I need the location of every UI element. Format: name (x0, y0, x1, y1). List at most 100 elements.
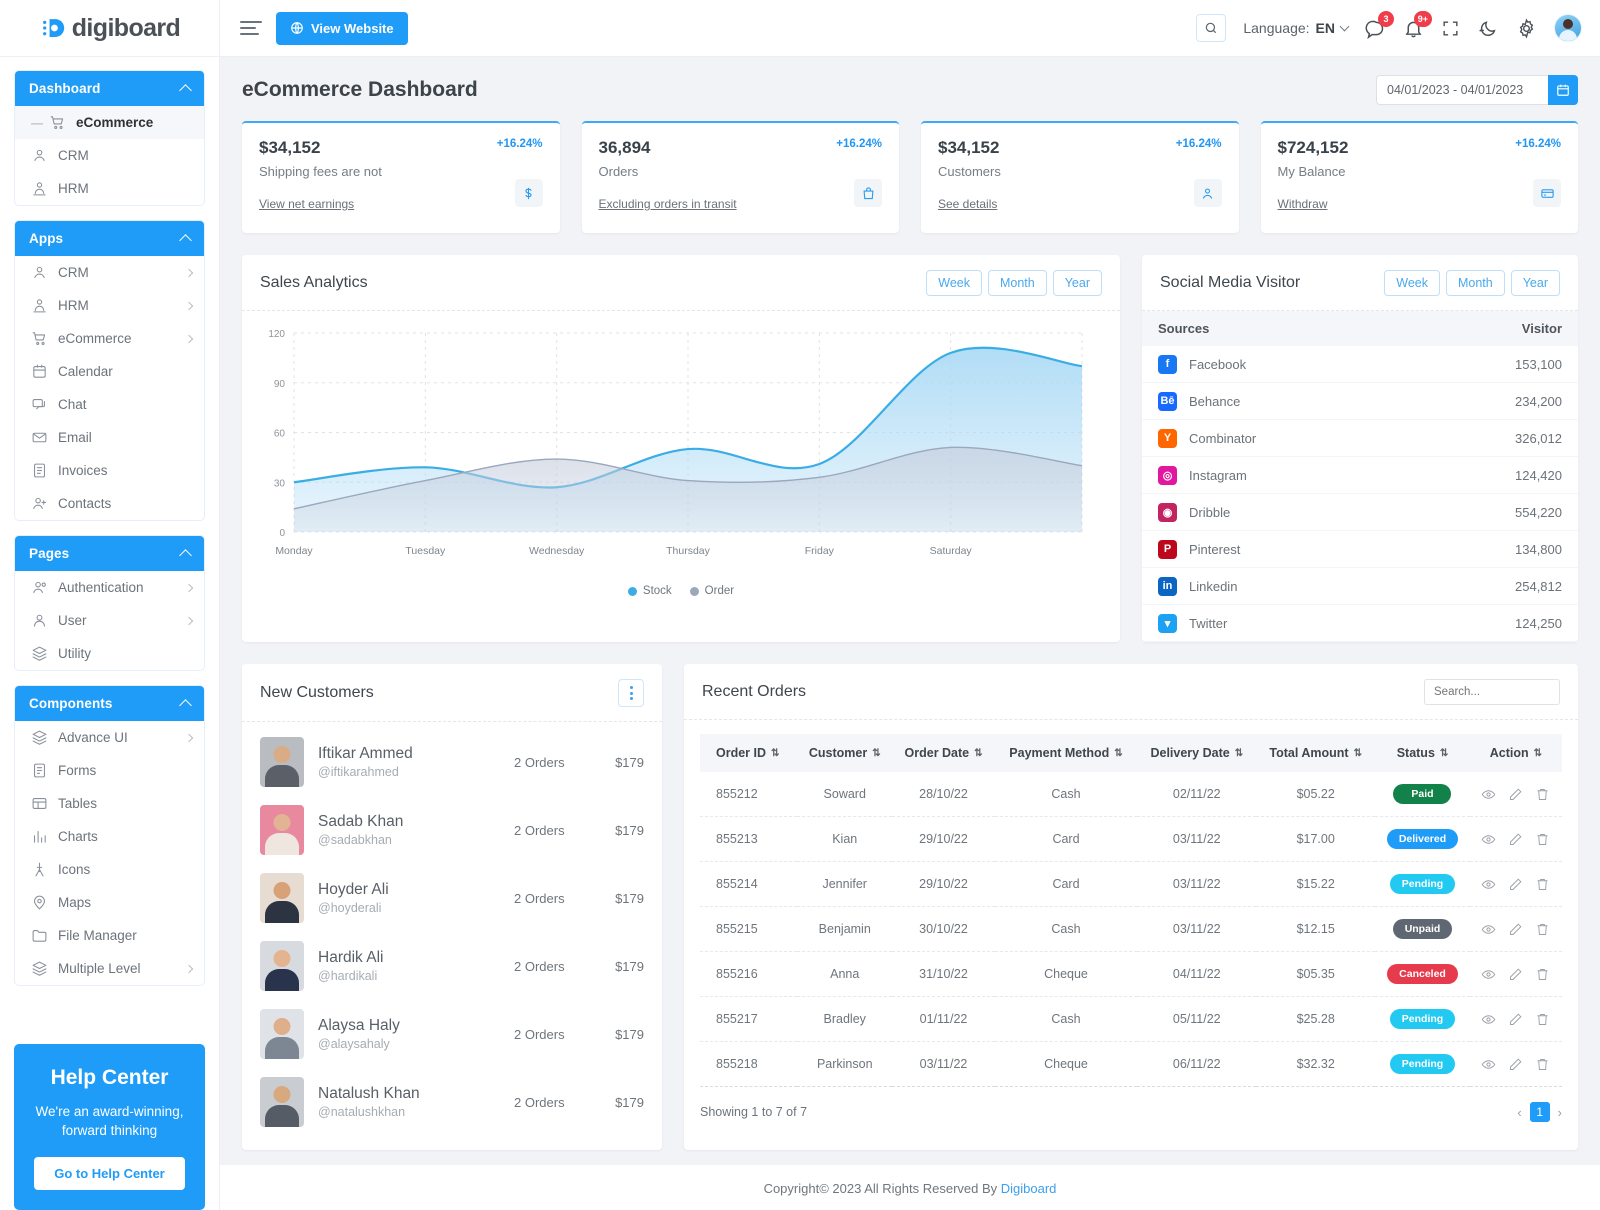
table-row[interactable]: 855212 Soward 28/10/22 Cash 02/11/22 $05… (700, 772, 1562, 817)
customer-list-item[interactable]: Natalush Khan @natalushkhan 2 Orders $17… (260, 1068, 644, 1136)
orders-col-payment-method[interactable]: Payment Method⇅ (995, 734, 1138, 772)
sidebar-group-header-pages[interactable]: Pages (15, 536, 204, 571)
trash-icon[interactable] (1535, 922, 1550, 937)
orders-col-order-date[interactable]: Order Date⇅ (892, 734, 994, 772)
fullscreen-icon[interactable] (1441, 19, 1460, 38)
table-row[interactable]: 855214 Jennifer 29/10/22 Card 03/11/22 $… (700, 862, 1562, 907)
sidebar-item-multiple-level[interactable]: Multiple Level (15, 952, 204, 985)
tab-year[interactable]: Year (1053, 270, 1102, 296)
stat-link[interactable]: See details (938, 197, 997, 211)
social-table-row[interactable]: ▾ Twitter 124,250 (1142, 605, 1578, 642)
eye-icon[interactable] (1481, 787, 1496, 802)
sidebar-group-header-dashboard[interactable]: Dashboard (15, 71, 204, 106)
sidebar-item-utility[interactable]: Utility (15, 637, 204, 670)
sidebar-item-crm[interactable]: CRM (15, 256, 204, 289)
table-row[interactable]: 855215 Benjamin 30/10/22 Cash 03/11/22 $… (700, 907, 1562, 952)
pencil-icon[interactable] (1508, 877, 1523, 892)
social-table-row[interactable]: ◎ Instagram 124,420 (1142, 457, 1578, 494)
social-table-row[interactable]: Bē Behance 234,200 (1142, 383, 1578, 420)
stat-link[interactable]: View net earnings (259, 197, 354, 211)
chat-icon[interactable]: 3 (1365, 18, 1386, 39)
date-range-picker[interactable] (1376, 75, 1578, 105)
eye-icon[interactable] (1481, 1057, 1496, 1072)
footer-brand-link[interactable]: Digiboard (1001, 1181, 1057, 1196)
pencil-icon[interactable] (1508, 1012, 1523, 1027)
bell-icon[interactable]: 9+ (1403, 18, 1424, 39)
legend-item-stock[interactable]: Stock (628, 585, 672, 597)
orders-col-customer[interactable]: Customer⇅ (797, 734, 892, 772)
social-table-row[interactable]: ◉ Dribble 554,220 (1142, 494, 1578, 531)
sidebar-item-charts[interactable]: Charts (15, 820, 204, 853)
social-table-row[interactable]: in Linkedin 254,812 (1142, 568, 1578, 605)
eye-icon[interactable] (1481, 877, 1496, 892)
stat-link[interactable]: Withdraw (1278, 197, 1328, 211)
tab-year[interactable]: Year (1511, 270, 1560, 296)
eye-icon[interactable] (1481, 1012, 1496, 1027)
sidebar-item-file-manager[interactable]: File Manager (15, 919, 204, 952)
sidebar-item-chat[interactable]: Chat (15, 388, 204, 421)
orders-col-delivery-date[interactable]: Delivery Date⇅ (1137, 734, 1256, 772)
sidebar-item-crm[interactable]: CRM (15, 139, 204, 172)
sidebar-item-forms[interactable]: Forms (15, 754, 204, 787)
eye-icon[interactable] (1481, 922, 1496, 937)
date-range-input[interactable] (1376, 75, 1548, 105)
tab-week[interactable]: Week (926, 270, 982, 296)
eye-icon[interactable] (1481, 967, 1496, 982)
kebab-menu-icon[interactable] (618, 679, 644, 707)
gear-icon[interactable] (1516, 18, 1537, 39)
sidebar-group-header-components[interactable]: Components (15, 686, 204, 721)
sidebar-item-ecommerce[interactable]: eCommerce (15, 322, 204, 355)
legend-item-order[interactable]: Order (690, 585, 734, 597)
customer-list-item[interactable]: Hoyder Ali @hoyderali 2 Orders $179 (260, 864, 644, 932)
tab-month[interactable]: Month (988, 270, 1047, 296)
table-row[interactable]: 855213 Kian 29/10/22 Card 03/11/22 $17.0… (700, 817, 1562, 862)
customer-list-item[interactable]: Hardik Ali @hardikali 2 Orders $179 (260, 932, 644, 1000)
social-col-sources[interactable]: Sources (1142, 311, 1413, 346)
pencil-icon[interactable] (1508, 832, 1523, 847)
page-number-1[interactable]: 1 (1530, 1102, 1550, 1122)
help-center-button[interactable]: Go to Help Center (34, 1157, 185, 1190)
brand-logo-area[interactable]: digiboard (0, 0, 219, 57)
sidebar-item-user[interactable]: User (15, 604, 204, 637)
avatar[interactable] (1554, 14, 1582, 42)
social-table-row[interactable]: Y Combinator 326,012 (1142, 420, 1578, 457)
trash-icon[interactable] (1535, 832, 1550, 847)
customer-list-item[interactable]: Alaysa Haly @alaysahaly 2 Orders $179 (260, 1000, 644, 1068)
pencil-icon[interactable] (1508, 1057, 1523, 1072)
orders-search-input[interactable] (1424, 679, 1560, 705)
calendar-icon[interactable] (1548, 75, 1578, 105)
customer-list-item[interactable]: Iftikar Ammed @iftikarahmed 2 Orders $17… (260, 728, 644, 796)
orders-col-action[interactable]: Action⇅ (1470, 734, 1562, 772)
hamburger-icon[interactable] (240, 21, 262, 35)
moon-icon[interactable] (1477, 17, 1499, 39)
sidebar-item-hrm[interactable]: HRM (15, 289, 204, 322)
sidebar-item-maps[interactable]: Maps (15, 886, 204, 919)
sidebar-item-icons[interactable]: Icons (15, 853, 204, 886)
chevron-right-icon[interactable]: › (1558, 1105, 1562, 1120)
table-row[interactable]: 855218 Parkinson 03/11/22 Cheque 06/11/2… (700, 1042, 1562, 1087)
sidebar-item-advance-ui[interactable]: Advance UI (15, 721, 204, 754)
orders-col-order-id[interactable]: Order ID⇅ (700, 734, 797, 772)
view-website-button[interactable]: View Website (276, 12, 408, 45)
sidebar-item-hrm[interactable]: HRM (15, 172, 204, 205)
pencil-icon[interactable] (1508, 967, 1523, 982)
sidebar-item-tables[interactable]: Tables (15, 787, 204, 820)
social-table-row[interactable]: f Facebook 153,100 (1142, 346, 1578, 383)
orders-col-total-amount[interactable]: Total Amount⇅ (1256, 734, 1375, 772)
table-row[interactable]: 855216 Anna 31/10/22 Cheque 04/11/22 $05… (700, 952, 1562, 997)
trash-icon[interactable] (1535, 1012, 1550, 1027)
sidebar-group-header-apps[interactable]: Apps (15, 221, 204, 256)
trash-icon[interactable] (1535, 967, 1550, 982)
tab-month[interactable]: Month (1446, 270, 1505, 296)
chevron-left-icon[interactable]: ‹ (1517, 1105, 1521, 1120)
sidebar-item-authentication[interactable]: Authentication (15, 571, 204, 604)
trash-icon[interactable] (1535, 877, 1550, 892)
sidebar-item-email[interactable]: Email (15, 421, 204, 454)
pencil-icon[interactable] (1508, 787, 1523, 802)
trash-icon[interactable] (1535, 787, 1550, 802)
sidebar-item-contacts[interactable]: Contacts (15, 487, 204, 520)
tab-week[interactable]: Week (1384, 270, 1440, 296)
customer-list-item[interactable]: Sadab Khan @sadabkhan 2 Orders $179 (260, 796, 644, 864)
eye-icon[interactable] (1481, 832, 1496, 847)
pencil-icon[interactable] (1508, 922, 1523, 937)
